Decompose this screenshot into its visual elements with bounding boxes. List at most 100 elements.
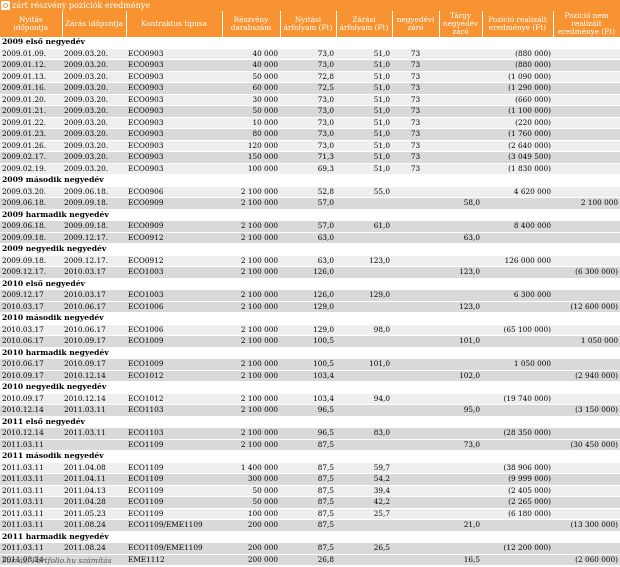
table-cell: (30 450 000) (553, 439, 620, 451)
table-row: 2009.06.18. 2009.09.18. ECO0909 2 100 000 57… (0, 197, 620, 210)
table-cell: 2010.06.17 (62, 301, 126, 313)
table-cell: 51,0 (336, 151, 392, 164)
table-cell: 2010.03.17 (62, 289, 126, 302)
table-cell (392, 508, 439, 520)
table-cell: 16,5 (439, 554, 482, 566)
table-cell: 87,5 (280, 439, 336, 451)
table-cell (439, 220, 482, 233)
table-cell (336, 301, 392, 313)
table-cell (553, 140, 620, 152)
table-cell: 71,3 (280, 151, 336, 164)
table-cell: ECO1109/EME1109 (126, 542, 222, 555)
table-cell (392, 393, 439, 405)
quarter-label: 2010 negyedik negyedév (0, 381, 620, 394)
table-cell (336, 266, 392, 279)
report: zárt részvény pozíciók eredménye Nyitás … (0, 0, 620, 567)
table-cell: 2009.06.18. (0, 197, 62, 210)
column-header: Pozíció realizált eredménye (Ft) (482, 11, 554, 37)
table-row: 2009.01.23. 2009.03.20. ECO0903 80 000 73,0 5… (0, 128, 620, 141)
table-cell (392, 358, 439, 371)
table-cell (336, 335, 392, 348)
table-cell: 2011.08.24 (62, 542, 126, 555)
table-cell (482, 335, 553, 348)
table-cell: 51,0 (336, 94, 392, 106)
table-row: 2010.06.17 2010.09.17 ECO1009 2 100 000 100,… (0, 335, 620, 348)
table-cell (439, 255, 482, 267)
table-cell: 126,0 (280, 289, 336, 302)
table-cell (482, 197, 553, 210)
table-cell: (6 300 000) (553, 266, 620, 279)
table-cell: (19 740 000) (482, 393, 553, 405)
table-row: 2011.03.11 2011.04.08 ECO1109 1 400 000 87,5… (0, 462, 620, 474)
table-cell: 200 000 (222, 542, 280, 555)
column-header: Zárás időpontja (62, 11, 127, 37)
table-cell: 94,0 (336, 393, 392, 405)
table-cell: ECO1006 (126, 301, 222, 313)
table-cell: (1 290 000) (482, 82, 553, 95)
table-cell: 2009.12.17. (62, 232, 126, 244)
table-cell: 98,0 (336, 324, 392, 336)
table-cell: ECO0903 (126, 59, 222, 72)
table-row: 2010.09.17 2010.12.14 ECO1012 2 100 000 103,… (0, 370, 620, 382)
table-cell: 73,0 (280, 48, 336, 60)
table-cell: 2009.03.20. (62, 82, 126, 95)
quarter-header-row: 2010 negyedik negyedév (0, 381, 620, 394)
table-cell: (3 049 500) (482, 151, 553, 164)
table-cell: 25,7 (336, 508, 392, 520)
table-cell (553, 220, 620, 233)
table-row: 2009.01.20. 2009.03.20. ECO0903 30 000 73,0 5… (0, 94, 620, 106)
table-cell: 2009.03.20. (62, 71, 126, 83)
table-cell: 73,0 (439, 439, 482, 451)
table-cell (553, 71, 620, 83)
table-cell: 2011.03.11 (0, 485, 62, 497)
table-cell: 2009.09.18. (0, 232, 62, 244)
table-cell: 2010.09.17 (0, 393, 62, 405)
quarter-label: 2011 harmadik negyedév (0, 531, 620, 543)
table-cell: 39,4 (336, 485, 392, 497)
table-cell: ECO1006 (126, 324, 222, 336)
table-cell: 87,5 (280, 473, 336, 486)
table-cell (553, 128, 620, 141)
table-cell (392, 427, 439, 440)
table-cell: 2011.08.24 (62, 519, 126, 532)
table-cell: 50 000 (222, 71, 280, 83)
table-row: 2010.03.17 2010.06.17 ECO1006 2 100 000 129,… (0, 301, 620, 313)
table-cell: 2009.06.18. (0, 220, 62, 233)
table-cell (439, 462, 482, 474)
table-cell: 72,5 (280, 82, 336, 95)
table-cell: (9 999 000) (482, 473, 553, 486)
table-cell: 73,0 (280, 59, 336, 72)
table-cell: 2011.04.13 (62, 485, 126, 497)
table-cell: ECO0906 (126, 186, 222, 198)
table-cell: 69,3 (280, 163, 336, 175)
table-cell: 100,5 (280, 335, 336, 348)
table-cell: 72,8 (280, 71, 336, 83)
table-cell: 2 100 000 (222, 186, 280, 198)
table-cell: ECO1103 (126, 427, 222, 440)
table-cell: (220 000) (482, 117, 553, 129)
table-cell (392, 220, 439, 233)
table-cell: (28 350 000) (482, 427, 553, 440)
table-cell: ECO0909 (126, 220, 222, 233)
table-cell: (2 060 000) (553, 554, 620, 566)
table-row: 2009.01.12. 2009.03.20. ECO0903 40 000 73,0 5… (0, 59, 620, 72)
quarter-header-row: 2009 harmadik negyedév (0, 209, 620, 221)
table-cell: 95,0 (439, 404, 482, 417)
table-cell: ECO1009 (126, 335, 222, 348)
positions-table: Nyitás időpontja Zárás időpontja Kontraktu… (0, 11, 620, 566)
table-cell: (12 600 000) (553, 301, 620, 313)
quarter-label: 2009 első negyedév (0, 37, 620, 49)
table-row: 2011.03.11 2011.04.13 ECO1109 50 000 87,5 39,… (0, 485, 620, 497)
table-row: 2009.12.17 2010.03.17 ECO1003 2 100 000 126,… (0, 289, 620, 302)
table-cell: ECO0903 (126, 71, 222, 83)
table-cell: ECO0903 (126, 151, 222, 164)
table-cell (553, 117, 620, 129)
table-cell: 1 400 000 (222, 462, 280, 474)
table-cell: ECO0903 (126, 48, 222, 60)
table-cell (553, 232, 620, 244)
table-cell: 2011.03.11 (62, 427, 126, 440)
column-header: Nyitás időpontja (0, 11, 63, 37)
table-row: 2010.12.14 2011.03.11 ECO1103 2 100 000 96,5… (0, 404, 620, 417)
table-cell: 57,0 (280, 197, 336, 210)
table-cell: 73,0 (280, 128, 336, 141)
